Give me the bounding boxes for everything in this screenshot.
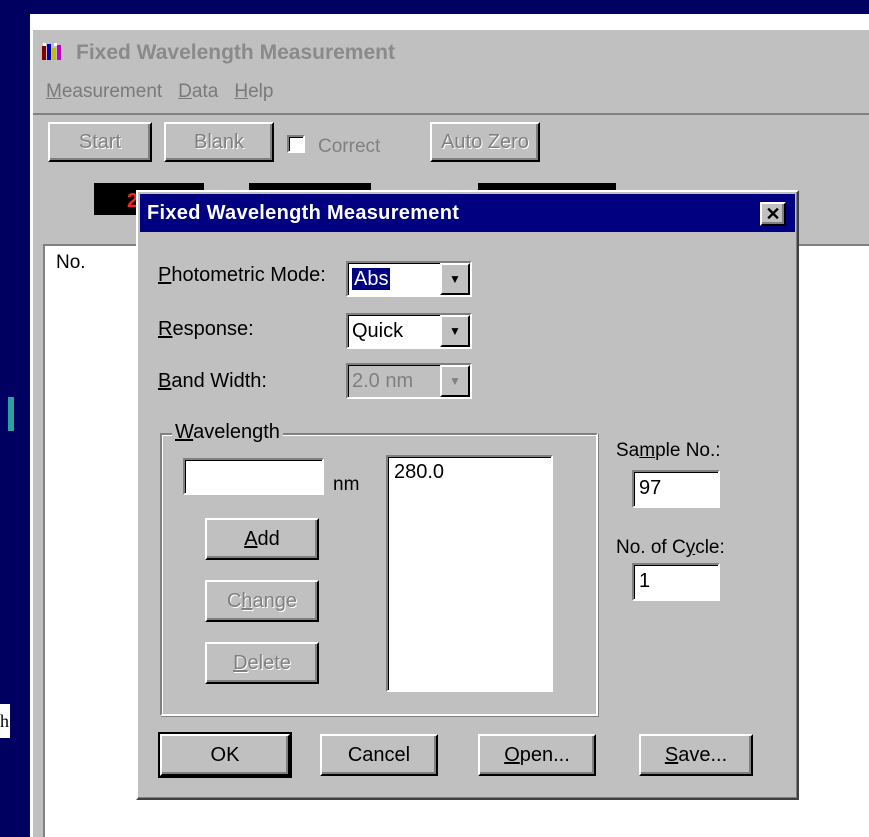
toolbar-divider: [33, 113, 869, 115]
wavelength-input[interactable]: [183, 458, 324, 495]
photometric-mode-select[interactable]: Abs ▼: [346, 261, 472, 297]
app-icon: [41, 42, 65, 62]
blank-button[interactable]: Blank: [164, 122, 274, 162]
close-button[interactable]: ✕: [760, 202, 786, 226]
correct-checkbox[interactable]: [287, 135, 305, 153]
sample-no-input[interactable]: 97: [632, 470, 720, 508]
response-label: Response:: [158, 318, 254, 340]
wavelength-unit: nm: [333, 474, 360, 495]
clipped-text: h: [0, 711, 9, 731]
band-width-value: 2.0 nm: [352, 369, 414, 392]
photometric-mode-value: Abs: [352, 267, 391, 290]
menu-help[interactable]: Help: [234, 81, 273, 109]
wavelength-list-item[interactable]: 280.0: [394, 461, 545, 484]
delete-button[interactable]: Delete: [205, 642, 319, 684]
main-window-title: Fixed Wavelength Measurement: [76, 41, 395, 64]
wavelength-group-label: Wavelength: [172, 421, 283, 444]
menu-measurement[interactable]: Measurement: [46, 81, 162, 109]
desktop-marker: [8, 397, 14, 431]
photometric-mode-label: Photometric Mode:: [158, 264, 326, 286]
band-width-label: Band Width:: [158, 370, 267, 392]
no-of-cycle-input[interactable]: 1: [632, 563, 720, 601]
ok-button[interactable]: OK: [158, 732, 292, 778]
change-button[interactable]: Change: [205, 580, 319, 622]
correct-checkbox-label: Correct: [318, 136, 381, 157]
menu-data[interactable]: Data: [178, 81, 218, 109]
save-button[interactable]: Save...: [639, 734, 753, 776]
cancel-button[interactable]: Cancel: [320, 734, 438, 776]
auto-zero-button[interactable]: Auto Zero: [430, 122, 540, 162]
list-column-no: No.: [56, 252, 86, 273]
add-button[interactable]: Add: [205, 518, 319, 560]
chevron-down-icon[interactable]: ▼: [440, 365, 470, 397]
close-icon: ✕: [765, 204, 781, 224]
band-width-select[interactable]: 2.0 nm ▼: [346, 363, 472, 399]
no-of-cycle-label: No. of Cycle:: [616, 537, 725, 558]
wavelength-list[interactable]: 280.0: [386, 455, 553, 692]
response-value: Quick: [352, 319, 404, 342]
response-select[interactable]: Quick ▼: [346, 313, 472, 349]
menubar: Measurement Data Help: [46, 81, 273, 109]
start-button[interactable]: Start: [48, 122, 152, 162]
dialog-title: Fixed Wavelength Measurement: [147, 202, 460, 224]
open-button[interactable]: Open...: [478, 734, 596, 776]
desktop-strip: [0, 0, 869, 14]
chevron-down-icon[interactable]: ▼: [440, 263, 470, 295]
chevron-down-icon[interactable]: ▼: [440, 315, 470, 347]
sample-no-label: Sample No.:: [616, 440, 721, 461]
